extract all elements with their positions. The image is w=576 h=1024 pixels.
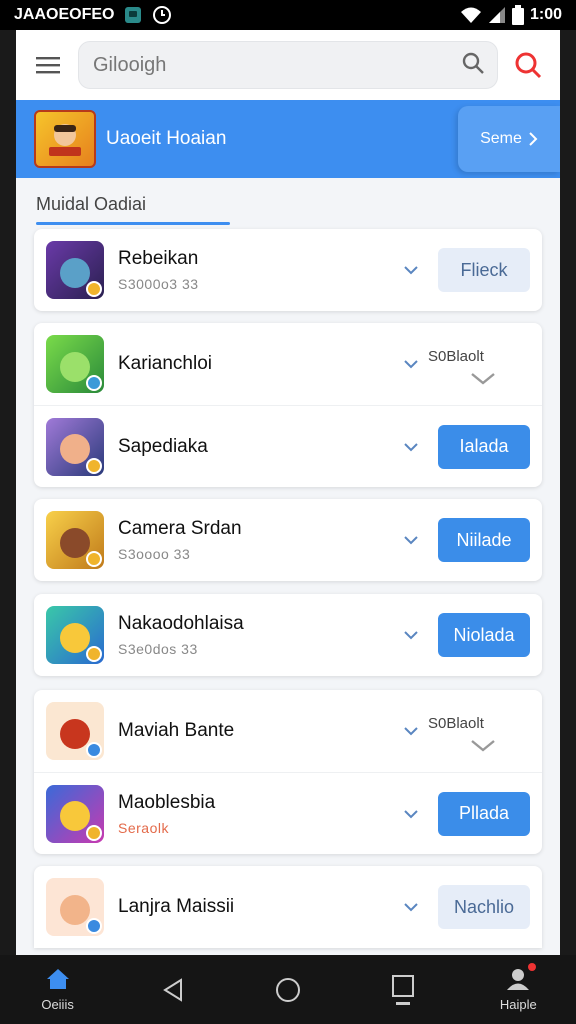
- app-notification-icon: [124, 6, 142, 24]
- status-text: JAAOEOFEO: [14, 6, 115, 23]
- nav-profile[interactable]: Haiple: [478, 963, 558, 1012]
- app-action-text[interactable]: S0Blaolt: [428, 701, 538, 761]
- tab-indicator: [36, 222, 230, 225]
- home-circle-icon: [275, 977, 300, 1002]
- app-action-label: S0Blaolt: [428, 347, 484, 365]
- app-card: Rebeikan S3000o3 33 Flieck: [34, 229, 542, 311]
- app-row[interactable]: Lanjra Maissii Nachlio: [34, 866, 542, 948]
- notification-dot: [528, 963, 537, 971]
- nav-home-circle[interactable]: [248, 977, 328, 1003]
- app-icon: [46, 606, 104, 664]
- top-bar: [16, 30, 560, 100]
- nav-home[interactable]: Oeiiis: [18, 967, 98, 1012]
- app-subtitle: S3000o3 33: [118, 276, 199, 292]
- app-card: Maviah Bante S0Blaolt Maoblesbia Seraolk…: [34, 690, 542, 854]
- search-red-icon: [515, 52, 542, 79]
- profile-icon: [507, 969, 530, 990]
- status-time: 1:00: [529, 6, 562, 23]
- app-subtitle: S3oooo 33: [118, 546, 191, 562]
- app-icon: [46, 241, 104, 299]
- wifi-icon: [460, 6, 482, 24]
- section-title: Muidal Oadiai: [36, 194, 147, 214]
- status-bar: JAAOEOFEO 1:00: [0, 0, 576, 30]
- banner-more-label: Seme: [480, 130, 522, 147]
- app-row[interactable]: Maviah Bante S0Blaolt: [34, 690, 542, 772]
- nav-back[interactable]: [133, 977, 213, 1002]
- chevron-down-icon[interactable]: [402, 722, 420, 740]
- app-screen: Uaoeit Hoaian Seme Muidal Oadiai Rebeika…: [16, 30, 560, 955]
- chevron-down-icon[interactable]: [402, 531, 420, 549]
- app-name: Sapediaka: [118, 435, 208, 457]
- app-subtitle: S3e0dos 33: [118, 641, 198, 657]
- app-action-text[interactable]: S0Blaolt: [428, 334, 538, 394]
- banner-game-logo: [34, 110, 96, 168]
- app-row[interactable]: Maoblesbia Seraolk Pllada: [34, 772, 542, 854]
- clock-status-icon: [152, 5, 172, 25]
- chevron-down-icon: [471, 739, 495, 752]
- app-card: Lanjra Maissii Nachlio: [34, 866, 542, 948]
- app-action-button[interactable]: Niolada: [438, 613, 530, 657]
- chevron-down-icon[interactable]: [402, 355, 420, 373]
- bottom-nav-bar: Oeiiis Haiple: [0, 955, 576, 1024]
- battery-icon: [511, 5, 524, 25]
- app-icon: [46, 878, 104, 936]
- app-subtitle: Seraolk: [118, 819, 169, 836]
- app-name: Maoblesbia: [118, 791, 216, 813]
- app-row[interactable]: Rebeikan S3000o3 33 Flieck: [34, 229, 542, 311]
- app-row[interactable]: Camera Srdan S3oooo 33 Niilade: [34, 499, 542, 581]
- app-icon: [46, 417, 104, 476]
- app-action-button[interactable]: Niilade: [438, 518, 530, 562]
- app-action-button[interactable]: Flieck: [438, 248, 530, 292]
- app-name: Maviah Bante: [118, 720, 235, 741]
- app-name: Camera Srdan: [118, 518, 242, 539]
- app-action-button[interactable]: Nachlio: [438, 885, 530, 929]
- app-row[interactable]: Nakaodohlaisa S3e0dos 33 Niolada: [34, 594, 542, 676]
- menu-button[interactable]: [30, 47, 66, 83]
- app-action-label: S0Blaolt: [428, 714, 484, 732]
- banner-more-button[interactable]: Seme: [458, 106, 560, 172]
- search-input[interactable]: [93, 53, 461, 77]
- app-card: Nakaodohlaisa S3e0dos 33 Niolada: [34, 594, 542, 676]
- signal-icon: [488, 6, 506, 24]
- nav-profile-label: Haiple: [499, 997, 537, 1012]
- hamburger-icon: [36, 57, 60, 74]
- recents-square-icon: [392, 974, 415, 1005]
- nav-home-label: Oeiiis: [41, 997, 74, 1012]
- app-name: Rebeikan: [118, 248, 199, 269]
- app-icon: [46, 335, 104, 393]
- app-action-button[interactable]: Pllada: [438, 791, 530, 836]
- chevron-down-icon[interactable]: [402, 261, 420, 279]
- search-button[interactable]: [510, 47, 546, 83]
- chevron-right-icon: [529, 132, 538, 146]
- banner-title: Uaoeit Hoaian: [106, 128, 227, 149]
- back-triangle-icon: [162, 977, 182, 1002]
- app-name: Nakaodohlaisa: [118, 613, 244, 634]
- app-icon: [46, 702, 104, 760]
- nav-recents[interactable]: [363, 974, 443, 1006]
- app-action-button[interactable]: Ialada: [438, 424, 530, 469]
- promo-banner[interactable]: Uaoeit Hoaian Seme: [16, 100, 560, 178]
- chevron-down-icon[interactable]: [402, 626, 420, 644]
- home-icon: [46, 969, 69, 989]
- app-card: Camera Srdan S3oooo 33 Niilade: [34, 499, 542, 581]
- app-row[interactable]: Karianchloi S0Blaolt: [34, 323, 542, 405]
- app-icon: [46, 784, 104, 843]
- chevron-down-icon[interactable]: [402, 805, 420, 823]
- chevron-down-icon: [471, 372, 495, 385]
- app-icon: [46, 511, 104, 569]
- app-name: Lanjra Maissii: [118, 896, 235, 917]
- search-box[interactable]: [78, 41, 498, 89]
- search-icon[interactable]: [461, 51, 485, 80]
- chevron-down-icon[interactable]: [402, 438, 420, 456]
- app-row[interactable]: Sapediaka Ialada: [34, 405, 542, 487]
- chevron-down-icon[interactable]: [402, 898, 420, 916]
- app-card: Karianchloi S0Blaolt Sapediaka Ialada: [34, 323, 542, 487]
- app-name: Karianchloi: [118, 353, 212, 374]
